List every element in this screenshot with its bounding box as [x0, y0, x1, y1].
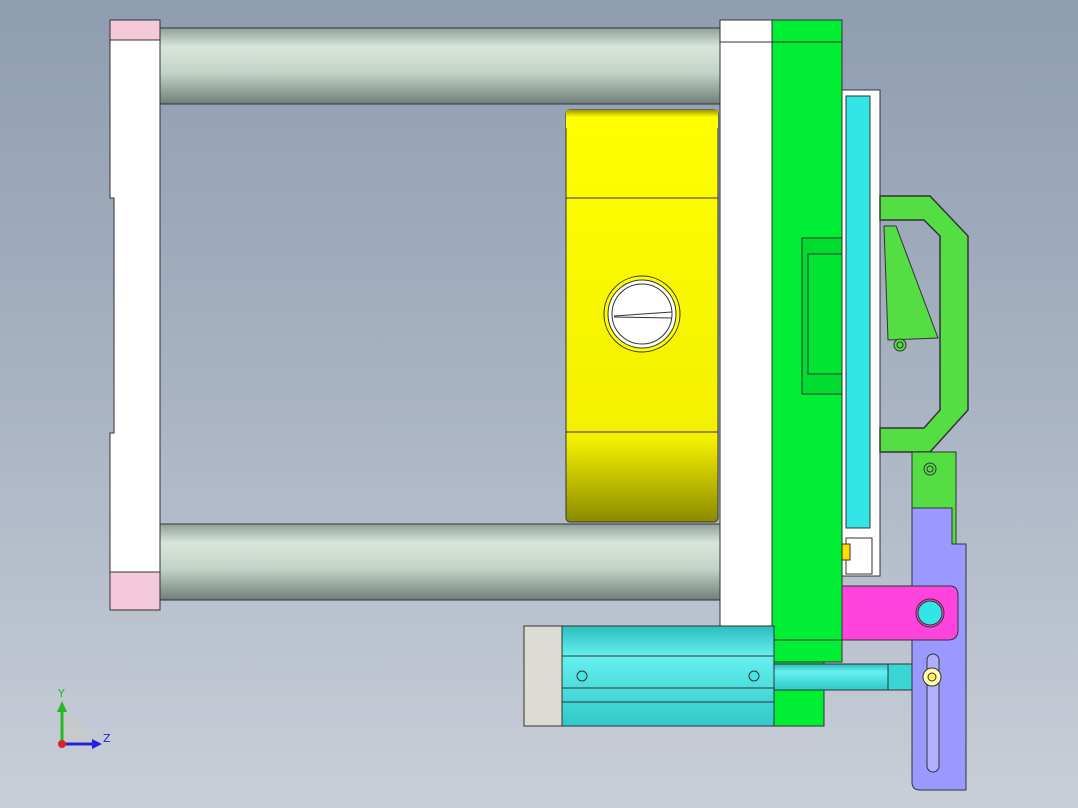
- handle-screw-icon[interactable]: [893, 338, 907, 352]
- cylinder-body[interactable]: [561, 625, 775, 727]
- cyan-insert-plate[interactable]: [845, 95, 871, 529]
- cad-viewport[interactable]: Y Z: [0, 0, 1078, 808]
- triad-arc: [62, 716, 90, 744]
- triad-z-arrow-icon: [92, 739, 102, 749]
- small-yellow-pin: [841, 543, 851, 561]
- rear-platen-bottom-face: [109, 571, 161, 611]
- triad-x-axis-dot: [58, 740, 66, 748]
- latch-knob-icon[interactable]: [917, 600, 943, 626]
- triad-z-label: Z: [103, 732, 111, 745]
- front-platen[interactable]: [719, 19, 773, 663]
- triad-y-arrow-icon: [57, 701, 67, 712]
- triad-y-label: Y: [58, 687, 65, 700]
- mold-assembly-side-view[interactable]: [0, 0, 1078, 808]
- rear-platen-top-face: [109, 19, 161, 41]
- yellow-block-top-band: [566, 110, 718, 128]
- bracket-screw-icon[interactable]: [923, 462, 937, 476]
- tie-rod-top[interactable]: [157, 27, 723, 105]
- rod-end-block: [887, 663, 913, 691]
- rear-platen[interactable]: [109, 19, 161, 611]
- yellow-block-port-icon[interactable]: [603, 275, 681, 353]
- handle-wedge: [883, 225, 939, 341]
- tie-rod-bottom[interactable]: [157, 523, 723, 601]
- cylinder-screw-icon-right[interactable]: [748, 670, 760, 682]
- cylinder-screw-icon-left[interactable]: [576, 670, 588, 682]
- rod-pin-icon-inner: [927, 672, 937, 682]
- coordinate-triad[interactable]: [57, 701, 102, 749]
- green-plate-recess-inner: [807, 253, 843, 375]
- cylinder-end-cap[interactable]: [523, 625, 563, 727]
